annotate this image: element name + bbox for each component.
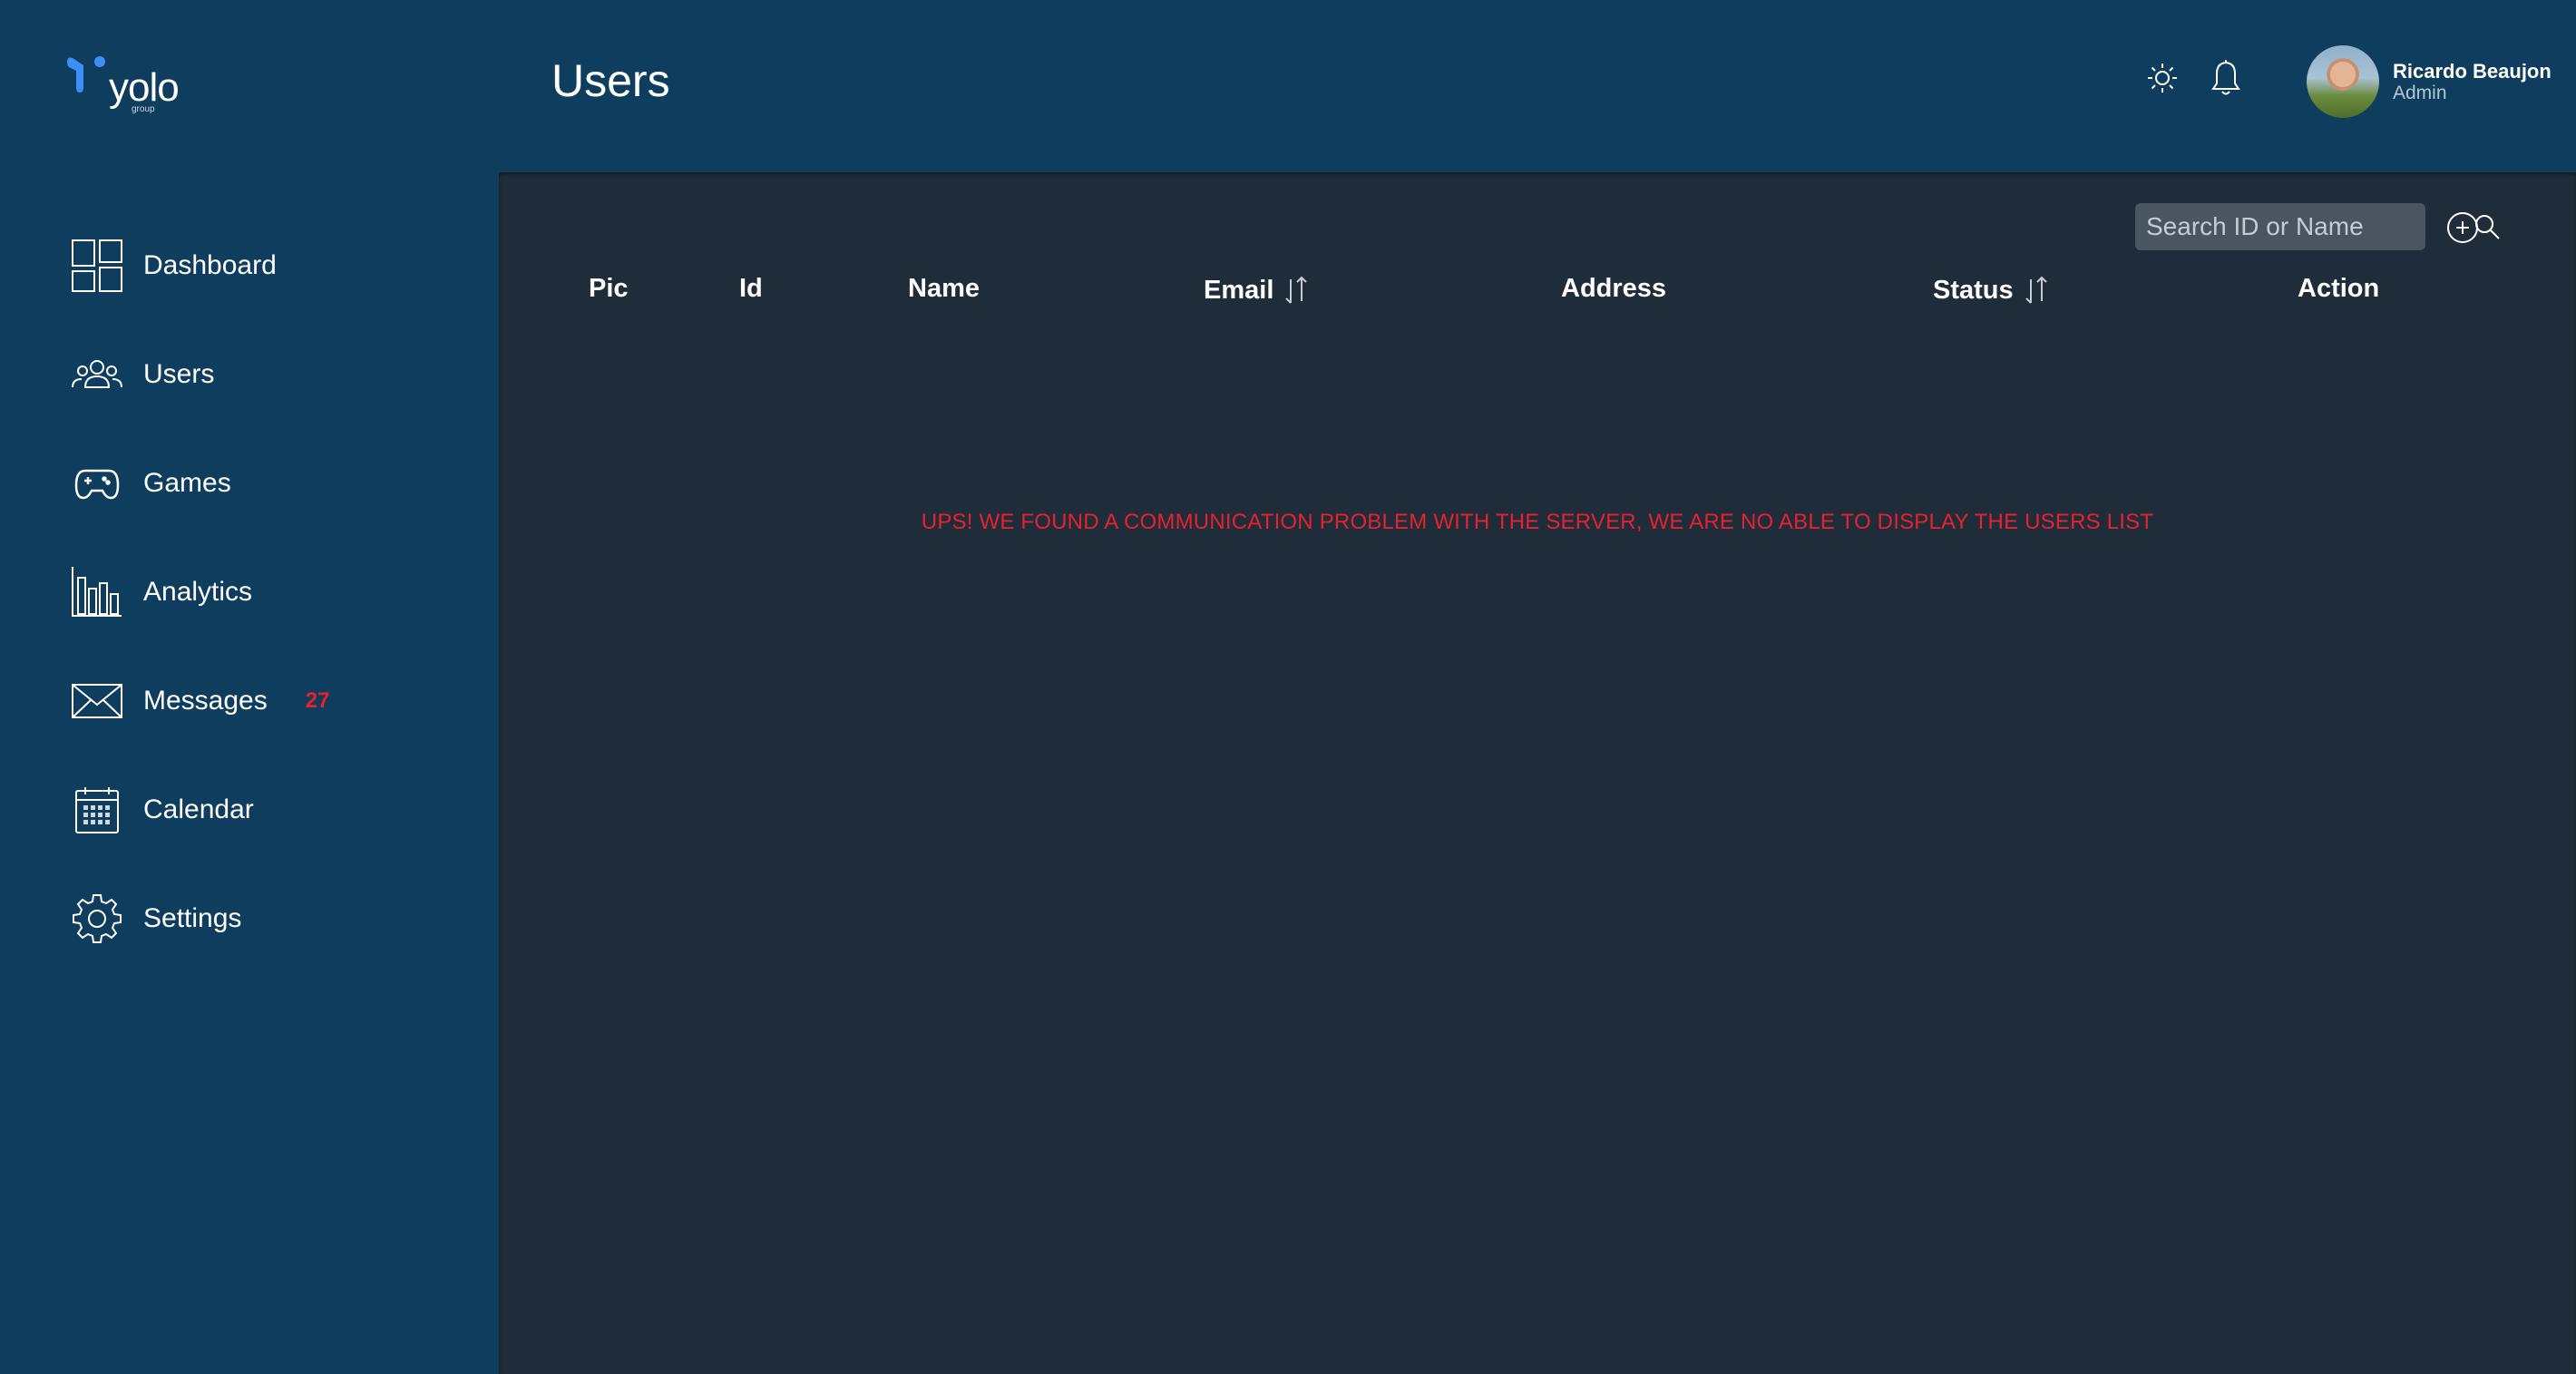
column-label: Address [1561,274,1667,303]
sidebar-item-label: Users [143,359,215,389]
sidebar-item-messages[interactable]: Messages 27 [71,669,452,733]
search-input[interactable] [2135,203,2474,250]
brand-subtitle: group [132,104,155,114]
column-label: Action [2298,274,2380,303]
main-content: Pic Id Name Email Address Status [499,172,2576,1374]
sidebar-item-calendar[interactable]: Calendar [71,778,452,842]
gear-icon [71,890,123,948]
sidebar-item-label: Games [143,468,231,498]
column-header-address: Address [1561,274,1666,304]
sidebar-item-users[interactable]: Users [71,343,452,406]
avatar[interactable] [2307,45,2379,118]
column-label: Status [1933,275,2014,305]
page-title: Users [551,55,670,106]
yolo-logo-icon [67,56,105,93]
add-user-button[interactable] [2445,210,2480,245]
users-icon [71,346,123,404]
column-label: Pic [589,274,629,303]
sidebar-item-label: Calendar [143,794,254,824]
column-header-email[interactable]: Email [1204,274,1310,307]
bell-icon[interactable] [2204,56,2248,100]
sidebar-item-dashboard[interactable]: Dashboard [71,234,452,297]
sidebar-item-games[interactable]: Games [71,452,452,515]
user-name: Ricardo Beaujon [2393,60,2552,83]
sidebar-item-label: Settings [143,903,242,933]
sidebar-item-label: Dashboard [143,250,277,280]
envelope-icon [71,672,123,730]
sort-icon[interactable] [1283,274,1310,307]
table-header: Pic Id Name Email Address Status Action [499,263,2576,317]
column-header-status[interactable]: Status [1933,274,2050,307]
user-role: Admin [2393,83,2447,103]
top-header: Users Ricardo Beaujon Admin [499,0,2576,172]
analytics-icon [71,563,123,621]
sidebar-item-label: Analytics [143,577,253,607]
sidebar-item-analytics[interactable]: Analytics [71,560,452,624]
calendar-icon [71,781,123,839]
sidebar-item-settings[interactable]: Settings [71,887,452,950]
column-header-name: Name [908,274,980,304]
app-window: yolo group Dashboard Users Games Analyti… [0,0,2576,1374]
messages-count-badge: 27 [305,688,330,713]
sort-icon[interactable] [2023,274,2050,307]
plus-circle-icon [2447,212,2478,243]
search-box [2135,203,2500,250]
dashboard-icon [71,237,123,295]
column-header-id: Id [739,274,763,304]
gamepad-icon [71,454,123,512]
sidebar-item-label: Messages [143,686,268,716]
column-header-action: Action [2298,274,2379,304]
sun-icon[interactable] [2141,56,2184,100]
column-label: Id [739,274,763,303]
column-header-pic: Pic [589,274,629,304]
brand-logo[interactable]: yolo group [63,53,200,116]
error-message: UPS! WE FOUND A COMMUNICATION PROBLEM WI… [921,510,2154,534]
column-label: Name [908,274,980,303]
sidebar: yolo group Dashboard Users Games Analyti… [0,0,499,1374]
column-label: Email [1204,275,1274,305]
